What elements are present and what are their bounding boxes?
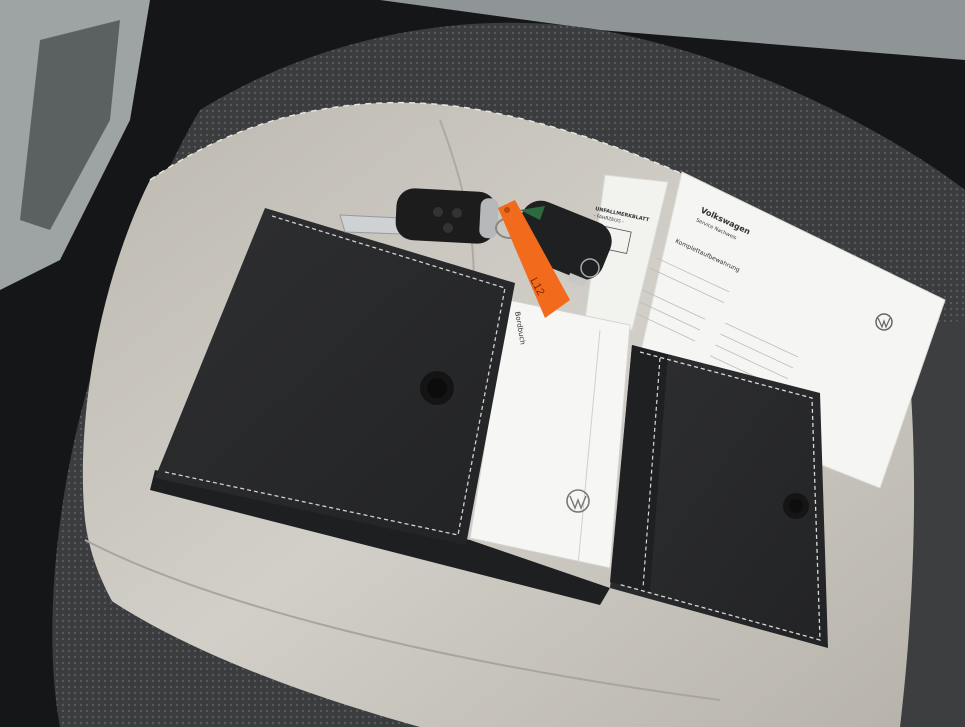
key-blade: [339, 214, 403, 235]
key-button-unlock-icon: [452, 208, 462, 218]
wallet-snap-right-inner: [789, 499, 803, 513]
key-button-trunk-icon: [443, 223, 453, 233]
key-fob-chrome: [479, 198, 499, 239]
wallet-snap-left-inner: [427, 378, 447, 398]
key-button-lock-icon: [433, 207, 443, 217]
tag-hole: [504, 207, 510, 213]
photo-scene: Volkswagen Service Nachweis Komplettaufb…: [0, 0, 965, 727]
scene-svg: Volkswagen Service Nachweis Komplettaufb…: [0, 0, 965, 727]
